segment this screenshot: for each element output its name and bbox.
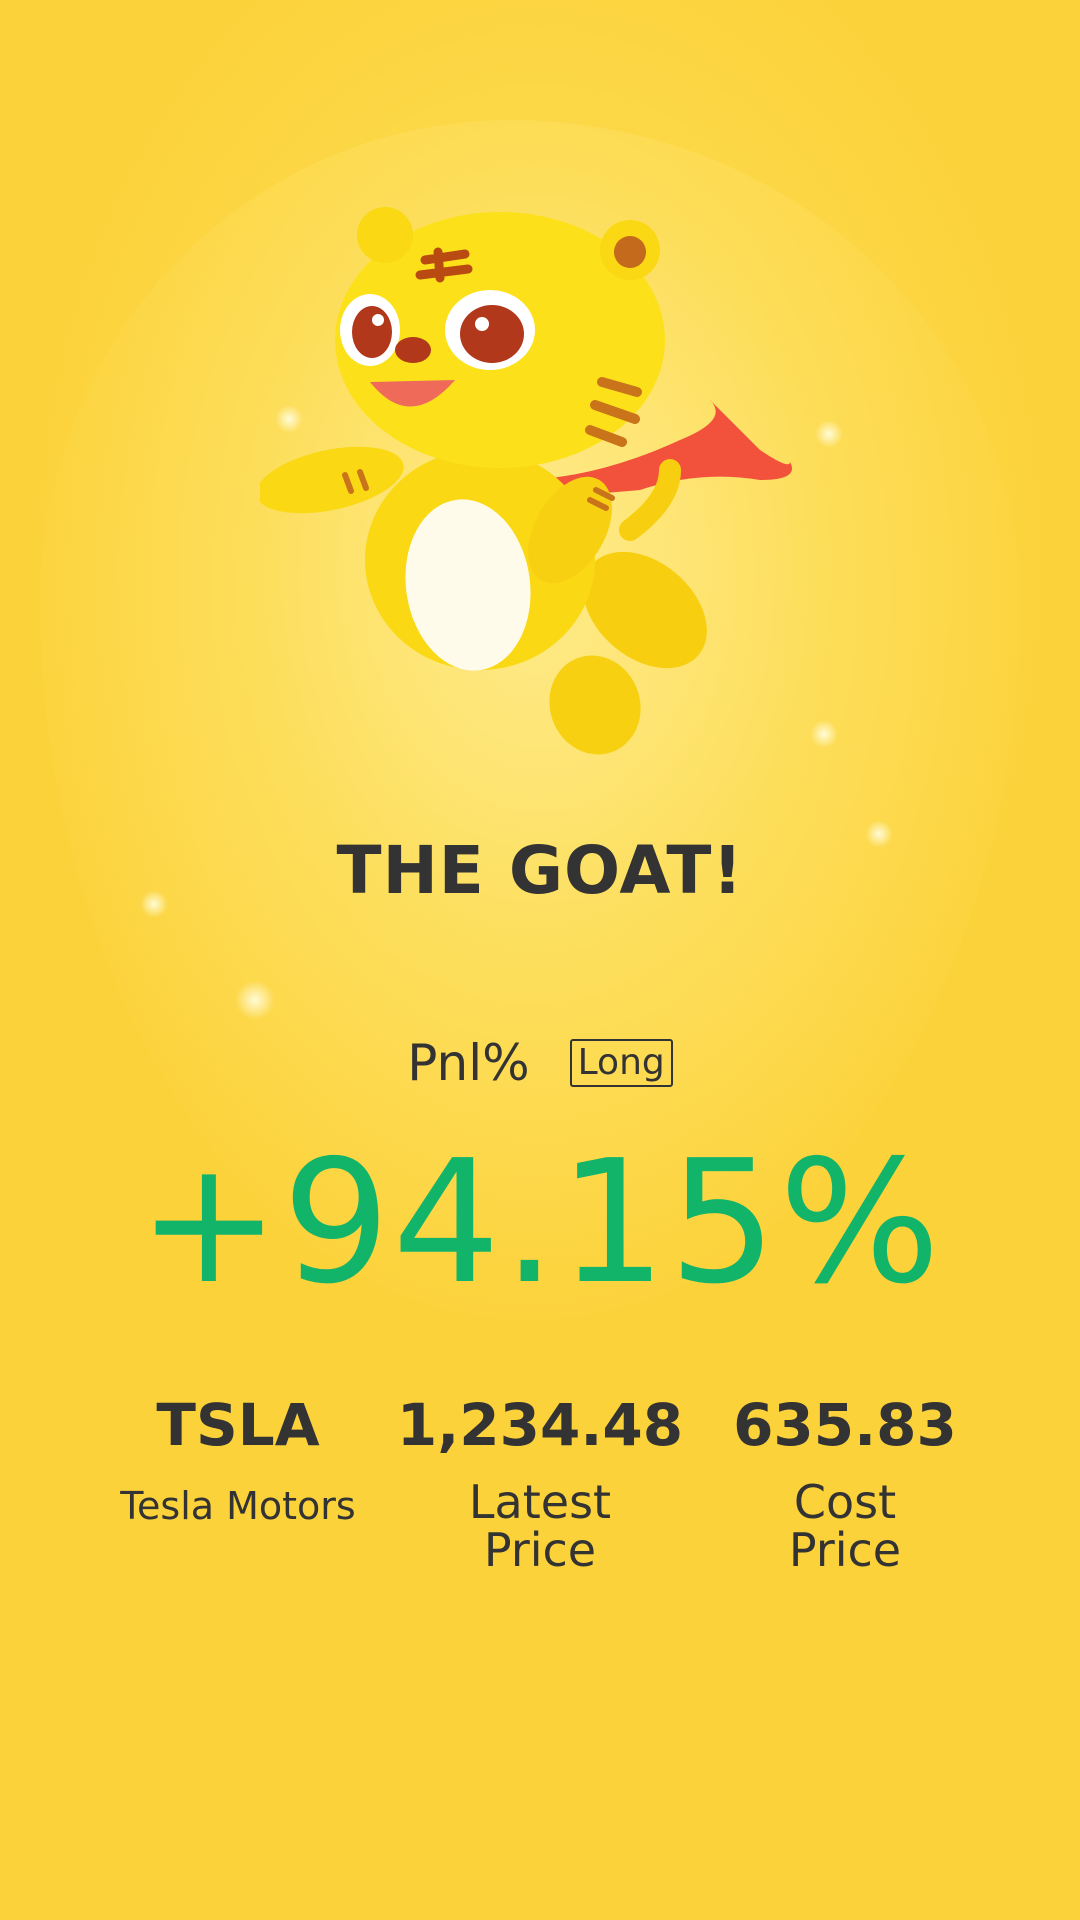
headline-title: THE GOAT! <box>336 832 744 909</box>
latest-price-value: 1,234.48 <box>396 1391 684 1459</box>
ticker-symbol: TSLA <box>156 1391 320 1459</box>
tiger-mascot-icon <box>260 207 792 755</box>
latest-price-label-line1: Latest <box>468 1475 612 1529</box>
latest-price-label: Latest Price <box>370 1478 710 1574</box>
pnl-header: Pnl% Long <box>0 1034 1080 1092</box>
ticker-stat: TSLA Tesla Motors <box>68 1390 408 1530</box>
pnl-label: Pnl% <box>407 1034 530 1092</box>
sparkle-decoration <box>235 980 275 1020</box>
cost-price-label-line1: Cost <box>793 1475 897 1529</box>
cost-price-value: 635.83 <box>733 1391 957 1459</box>
cost-price-label-line2: Price <box>788 1523 902 1577</box>
pnl-percentage: +94.15% <box>137 1124 943 1322</box>
cost-price-label: Cost Price <box>675 1478 1015 1574</box>
company-name: Tesla Motors <box>120 1484 356 1528</box>
position-tag: Long <box>569 1039 673 1087</box>
latest-price-stat: 1,234.48 Latest Price <box>370 1390 710 1574</box>
latest-price-label-line2: Price <box>483 1523 597 1577</box>
cost-price-stat: 635.83 Cost Price <box>675 1390 1015 1574</box>
